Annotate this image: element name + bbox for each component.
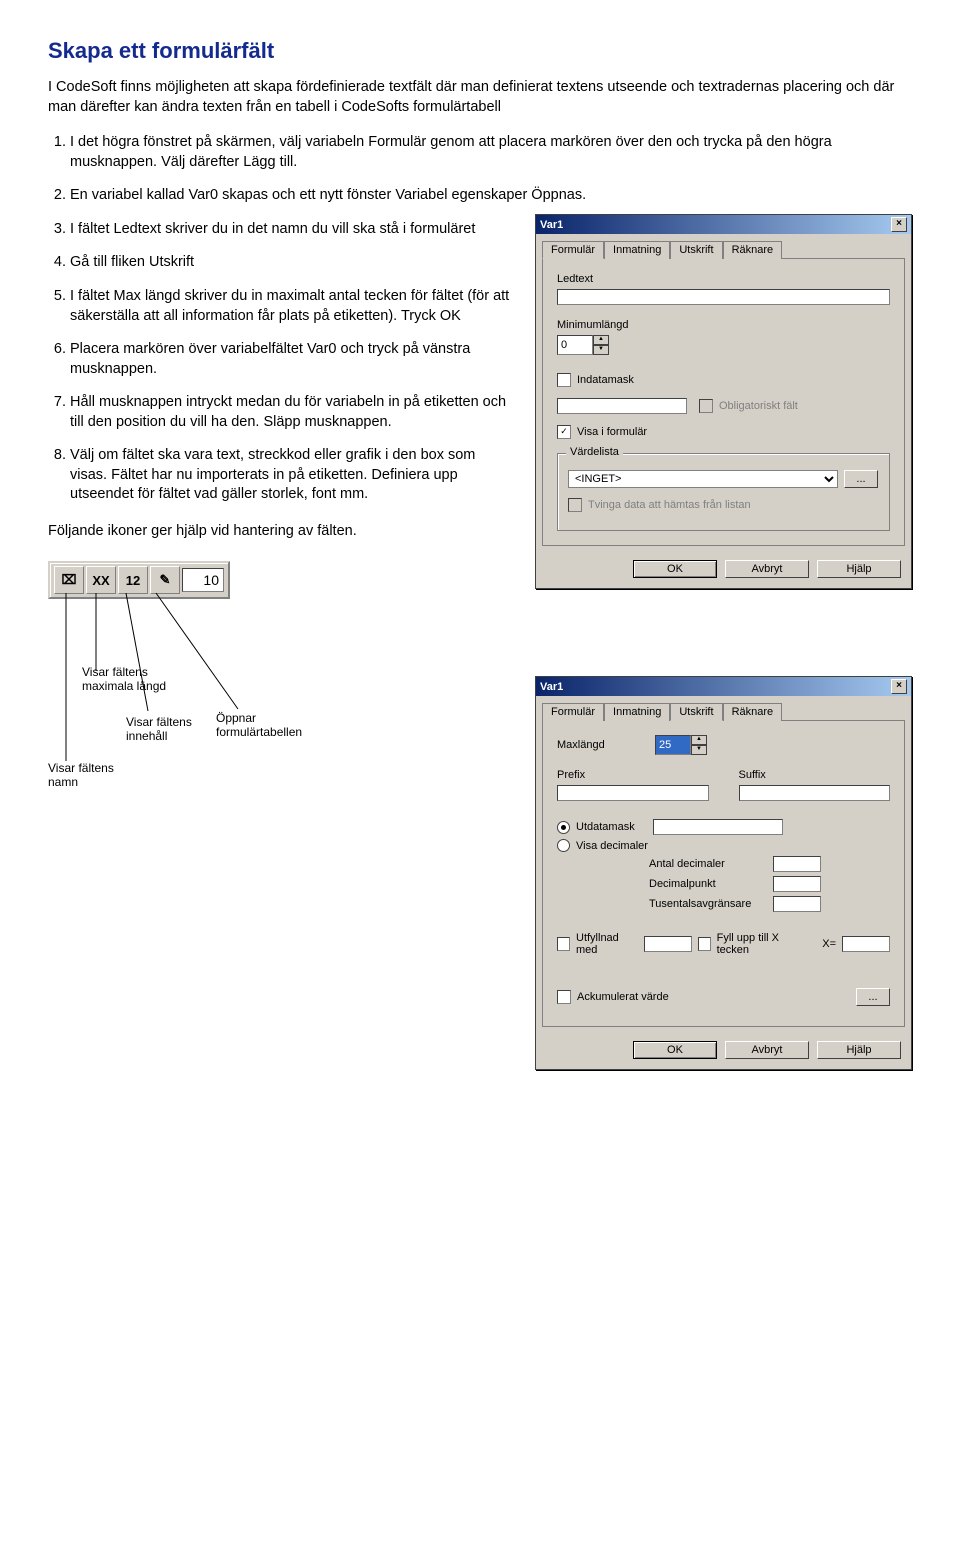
spin-down-icon[interactable]: ▼ xyxy=(691,745,707,755)
spin-down-icon[interactable]: ▼ xyxy=(593,345,609,355)
tab-raknare[interactable]: Räknare xyxy=(723,241,783,259)
callout-names: Visar fältens namn xyxy=(48,761,138,790)
ackumulerat-label: Ackumulerat värde xyxy=(577,991,669,1003)
decpkt-label: Decimalpunkt xyxy=(649,878,767,890)
x-input[interactable] xyxy=(842,936,890,952)
suffix-input[interactable] xyxy=(739,785,891,801)
tab-inmatning[interactable]: Inmatning xyxy=(604,703,670,721)
x-label: X= xyxy=(822,938,836,950)
maxlen-input[interactable] xyxy=(655,735,691,755)
callout-maxlen: Visar fältens maximala längd xyxy=(82,665,182,694)
tusen-label: Tusentalsavgränsare xyxy=(649,898,767,910)
utfyllnad-checkbox[interactable] xyxy=(557,937,570,951)
antal-dec-input[interactable] xyxy=(773,856,821,872)
callout-formtable: Öppnar formulärtabellen xyxy=(216,711,336,740)
dialog2-title: Var1 xyxy=(540,681,563,693)
prefix-label: Prefix xyxy=(557,769,709,781)
after-list-text: Följande ikoner ger hjälp vid hantering … xyxy=(48,523,488,539)
help-button[interactable]: Hjälp xyxy=(817,560,901,578)
vardelista-combo[interactable]: <INGET> xyxy=(568,470,838,488)
page-title: Skapa ett formulärfält xyxy=(48,38,912,64)
visa-i-formular-checkbox[interactable]: ✓ xyxy=(557,425,571,439)
tab-raknare[interactable]: Räknare xyxy=(723,703,783,721)
toolbar-name-button[interactable]: ⌧ xyxy=(54,566,84,594)
help-button[interactable]: Hjälp xyxy=(817,1041,901,1059)
tab-utskrift[interactable]: Utskrift xyxy=(670,241,722,259)
utfyllnad-label: Utfyllnad med xyxy=(576,932,638,956)
spin-up-icon[interactable]: ▲ xyxy=(691,735,707,745)
tvinga-label: Tvinga data att hämtas från listan xyxy=(588,499,751,511)
step-2: En variabel kallad Var0 skapas och ett n… xyxy=(70,186,890,206)
toolbar-maxlen-button[interactable]: 12 xyxy=(118,566,148,594)
tvinga-checkbox xyxy=(568,498,582,512)
close-icon[interactable]: × xyxy=(891,217,907,232)
tab-formular[interactable]: Formulär xyxy=(542,241,604,259)
fyllupp-checkbox[interactable] xyxy=(698,937,711,951)
maxlen-label: Maxlängd xyxy=(557,739,647,751)
obligatorisk-label: Obligatoriskt fält xyxy=(719,400,798,412)
step-6: Placera markören över variabelfältet Var… xyxy=(70,340,510,379)
obligatorisk-checkbox xyxy=(699,399,713,413)
indatamask-checkbox[interactable] xyxy=(557,373,571,387)
ledtext-label: Ledtext xyxy=(557,273,890,285)
vardelista-group-label: Värdelista xyxy=(566,446,623,458)
utdatamask-input[interactable] xyxy=(653,819,783,835)
cancel-button[interactable]: Avbryt xyxy=(725,1041,809,1059)
tab-inmatning[interactable]: Inmatning xyxy=(604,241,670,259)
dialog1-title: Var1 xyxy=(540,219,563,231)
vardelista-browse-button[interactable]: ... xyxy=(844,470,878,488)
prefix-input[interactable] xyxy=(557,785,709,801)
step-5: I fältet Max längd skriver du in maximal… xyxy=(70,287,510,326)
step-1: I det högra fönstret på skärmen, välj va… xyxy=(70,133,890,172)
utdatamask-label: Utdatamask xyxy=(576,821,635,833)
step-3: I fältet Ledtext skriver du in det namn … xyxy=(70,220,510,240)
ok-button[interactable]: OK xyxy=(633,1041,717,1059)
tab-utskrift[interactable]: Utskrift xyxy=(670,703,722,721)
step-8: Välj om fältet ska vara text, streckkod … xyxy=(70,446,510,505)
ledtext-input[interactable] xyxy=(557,289,890,305)
toolbar-figure: ⌧ XX 12 ✎ 10 Visar fältens maximala läng… xyxy=(48,561,348,781)
utdatamask-radio[interactable] xyxy=(557,821,570,834)
toolbar-formtable-button[interactable]: ✎ xyxy=(150,566,180,594)
tab-formular[interactable]: Formulär xyxy=(542,703,604,721)
dialog-var1-formular: Var1 × Formulär Inmatning Utskrift Räkna… xyxy=(535,214,912,589)
utfyllnad-input[interactable] xyxy=(644,936,692,952)
ok-button[interactable]: OK xyxy=(633,560,717,578)
toolbar-content-button[interactable]: XX xyxy=(86,566,116,594)
visadec-label: Visa decimaler xyxy=(576,840,648,852)
suffix-label: Suffix xyxy=(739,769,891,781)
dialog-var1-utskrift: Var1 × Formulär Inmatning Utskrift Räkna… xyxy=(535,676,912,1070)
fyllupp-label: Fyll upp till X tecken xyxy=(717,932,807,956)
ackumulerat-checkbox[interactable] xyxy=(557,990,571,1004)
step-7: Håll musknappen intryckt medan du för va… xyxy=(70,393,510,432)
ackumulerat-browse-button[interactable]: ... xyxy=(856,988,890,1006)
cancel-button[interactable]: Avbryt xyxy=(725,560,809,578)
close-icon[interactable]: × xyxy=(891,679,907,694)
minlen-label: Minimumlängd xyxy=(557,319,890,331)
toolbar-value-field[interactable]: 10 xyxy=(182,568,224,592)
intro-paragraph: I CodeSoft finns möjligheten att skapa f… xyxy=(48,78,912,117)
antal-dec-label: Antal decimaler xyxy=(649,858,767,870)
visa-i-formular-label: Visa i formulär xyxy=(577,426,647,438)
tusen-input[interactable] xyxy=(773,896,821,912)
callout-content: Visar fältens innehåll xyxy=(126,715,206,744)
decpkt-input[interactable] xyxy=(773,876,821,892)
visadec-radio[interactable] xyxy=(557,839,570,852)
step-4: Gå till fliken Utskrift xyxy=(70,253,510,273)
spin-up-icon[interactable]: ▲ xyxy=(593,335,609,345)
indatamask-input[interactable] xyxy=(557,398,687,414)
indatamask-label: Indatamask xyxy=(577,374,634,386)
minlen-input[interactable] xyxy=(557,335,593,355)
